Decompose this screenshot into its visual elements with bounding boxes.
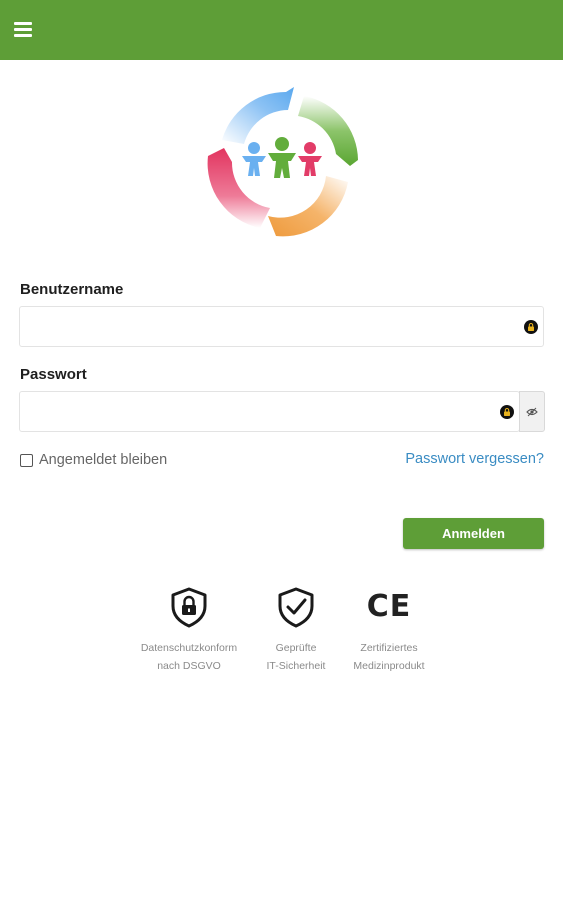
password-field[interactable] — [19, 391, 520, 432]
username-field[interactable] — [19, 306, 544, 347]
ce-mark-icon: CE — [359, 586, 419, 628]
remember-me[interactable]: Angemeldet bleiben — [20, 450, 167, 470]
badge-line: nach DSGVO — [157, 660, 221, 672]
family-circle-logo — [207, 87, 358, 237]
shield-lock-icon — [169, 586, 209, 628]
remember-me-label: Angemeldet bleiben — [39, 452, 168, 468]
password-label: Passwort — [20, 366, 87, 383]
badge-line: Datenschutzkonform — [140, 642, 238, 654]
badge-dsgvo: Datenschutzkonform nach DSGVO — [129, 586, 249, 675]
login-button[interactable]: Anmelden — [403, 518, 544, 549]
remember-me-checkbox[interactable] — [20, 453, 33, 467]
shield-check-icon — [276, 586, 316, 628]
password-input[interactable] — [20, 392, 519, 431]
badge-line: Medizinprodukt — [353, 660, 425, 672]
show-password-toggle[interactable] — [519, 391, 545, 432]
badge-line: Zertifiziertes — [360, 642, 418, 654]
app-header — [0, 0, 563, 60]
forgot-password-link[interactable]: Passwort vergessen? — [405, 451, 544, 467]
badge-ce: CE Zertifiziertes Medizinprodukt — [329, 586, 449, 675]
hamburger-menu-icon[interactable] — [14, 21, 34, 39]
lock-icon — [500, 405, 514, 419]
username-label: Benutzername — [20, 281, 124, 298]
lock-icon — [524, 320, 538, 334]
eye-icon — [526, 407, 538, 417]
ce-mark: CE — [366, 589, 412, 624]
username-input[interactable] — [20, 307, 543, 346]
